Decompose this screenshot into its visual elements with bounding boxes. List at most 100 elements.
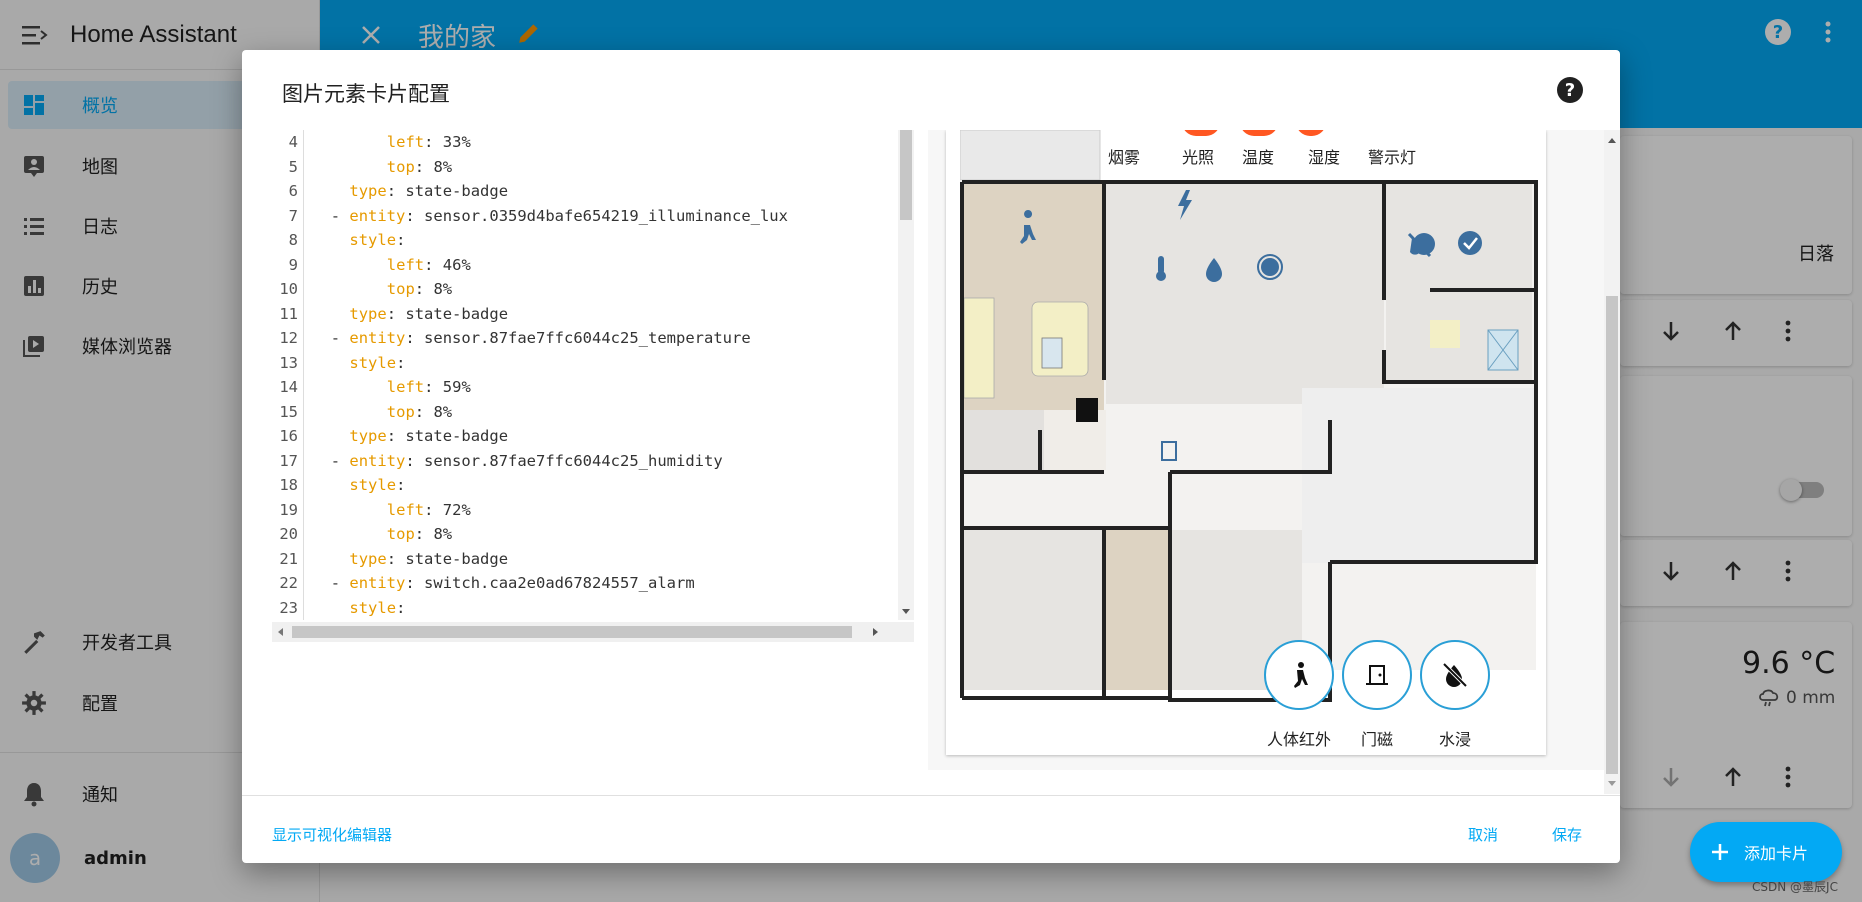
yaml-colon: :	[414, 402, 425, 421]
water-leak-label: 水浸	[1438, 730, 1471, 749]
code-line: style:	[349, 473, 405, 498]
yaml-value: state-badge	[396, 549, 509, 568]
water-leak-button[interactable]	[1420, 640, 1490, 710]
save-button[interactable]: 保存	[1552, 824, 1582, 845]
scroll-left-arrow-icon[interactable]	[276, 627, 284, 637]
yaml-value: sensor.87fae7ffc6044c25_humidity	[414, 451, 723, 470]
yaml-value: 33%	[433, 133, 471, 151]
yaml-value: sensor.0359d4bafe654219_illuminance_lux	[414, 206, 788, 225]
code-line: type: state-badge	[349, 179, 508, 204]
badge-label-light: 光照	[1182, 148, 1215, 167]
yaml-key: entity	[349, 574, 406, 592]
code-line: style:	[349, 596, 405, 621]
line-number: 14	[279, 378, 298, 396]
picture-elements-config-dialog: 图片元素卡片配置 ? 4 5 6 7 8 9 10 11 12 13 14 15 16 17 18 19 20 2…	[242, 50, 1620, 863]
card-preview: 烟雾 光照 温度 湿度 警示灯 人体红外 门磁 水浸	[928, 130, 1604, 770]
yaml-key: style	[349, 231, 397, 249]
line-number: 18	[279, 476, 298, 494]
yaml-key: left	[386, 133, 425, 151]
badge-label-temperature: 温度	[1242, 148, 1275, 167]
code-line: top: 8%	[387, 277, 452, 302]
help-circle-icon[interactable]: ?	[1556, 76, 1584, 108]
motion-sensor-button[interactable]	[1264, 640, 1334, 710]
code-line: style:	[349, 351, 405, 376]
line-number: 6	[288, 182, 298, 200]
cancel-button[interactable]: 取消	[1468, 824, 1498, 845]
yaml-list-dash: -	[330, 451, 350, 470]
dialog-footer: 显示可视化编辑器 取消 保存	[242, 795, 1620, 863]
scroll-down-arrow-icon[interactable]	[901, 608, 911, 616]
code-line: left: 46%	[387, 253, 471, 278]
yaml-colon: :	[414, 157, 425, 176]
line-number: 9	[288, 255, 298, 274]
line-number: 12	[279, 329, 298, 347]
line-number: 21	[279, 549, 298, 568]
line-number: 10	[279, 280, 298, 298]
editor-vertical-scrollbar[interactable]	[898, 130, 914, 620]
scroll-down-arrow-icon[interactable]	[1607, 780, 1617, 788]
yaml-key: style	[349, 353, 397, 372]
yaml-value: state-badge	[396, 427, 509, 445]
yaml-key: entity	[349, 206, 406, 225]
yaml-key: top	[386, 402, 415, 421]
code-line: - entity: switch.caa2e0ad67824557_alarm	[331, 571, 695, 596]
yaml-value: 8%	[424, 402, 453, 421]
yaml-key: type	[349, 182, 387, 200]
yaml-value: switch.caa2e0ad67824557_alarm	[414, 574, 695, 592]
scroll-up-arrow-icon[interactable]	[1607, 136, 1617, 144]
yaml-key: top	[386, 157, 415, 176]
yaml-value: state-badge	[396, 182, 509, 200]
yaml-value: 8%	[424, 525, 453, 543]
add-card-label: 添加卡片	[1744, 844, 1809, 863]
yaml-colon: :	[405, 574, 415, 592]
yaml-colon: :	[386, 549, 397, 568]
show-visual-editor-button[interactable]: 显示可视化编辑器	[272, 824, 392, 845]
yaml-key: top	[386, 280, 415, 298]
line-number: 15	[279, 402, 298, 421]
code-line: - entity: sensor.87fae7ffc6044c25_temper…	[331, 326, 751, 351]
line-number: 4	[288, 133, 298, 151]
scroll-right-arrow-icon[interactable]	[872, 627, 880, 637]
code-content[interactable]: left: 33% top: 8% type: state-badge - entit…	[312, 130, 872, 620]
yaml-code-editor[interactable]: 4 5 6 7 8 9 10 11 12 13 14 15 16 17 18 19 20 21 22 23 left:…	[272, 130, 914, 696]
yaml-colon: :	[396, 476, 406, 494]
line-number: 11	[279, 304, 298, 323]
watermark: CSDN @墨辰JC	[1752, 880, 1838, 894]
scroll-thumb[interactable]	[900, 130, 912, 220]
yaml-value: 72%	[433, 500, 471, 519]
yaml-key: entity	[349, 451, 406, 470]
picture-elements-card: 烟雾 光照 温度 湿度 警示灯 人体红外 门磁 水浸	[946, 130, 1546, 755]
door-icon	[1366, 665, 1388, 685]
yaml-value: 8%	[424, 157, 453, 176]
yaml-value: 59%	[433, 378, 471, 396]
code-line: left: 33%	[387, 130, 471, 155]
motion-sensor-icon	[1294, 662, 1308, 688]
yaml-key: entity	[349, 329, 406, 347]
yaml-colon: :	[405, 206, 415, 225]
yaml-key: top	[386, 525, 415, 543]
yaml-key: left	[386, 500, 425, 519]
line-number: 8	[288, 231, 298, 249]
yaml-key: left	[386, 378, 425, 396]
door-sensor-button[interactable]	[1342, 640, 1412, 710]
yaml-value: sensor.87fae7ffc6044c25_temperature	[414, 329, 751, 347]
code-line: style:	[349, 228, 405, 253]
scroll-thumb[interactable]	[292, 626, 852, 638]
yaml-colon: :	[386, 182, 397, 200]
yaml-colon: :	[414, 280, 425, 298]
line-number: 16	[279, 427, 298, 445]
yaml-key: left	[386, 255, 425, 274]
editor-horizontal-scrollbar[interactable]	[272, 622, 914, 642]
code-line: - entity: sensor.0359d4bafe654219_illumi…	[331, 204, 788, 229]
scroll-thumb[interactable]	[1606, 296, 1618, 774]
yaml-colon: :	[396, 231, 406, 249]
yaml-value: state-badge	[396, 304, 509, 323]
line-number-gutter: 4 5 6 7 8 9 10 11 12 13 14 15 16 17 18 19 20 21 22 23	[272, 130, 304, 620]
yaml-key: type	[349, 549, 387, 568]
code-line: top: 8%	[387, 155, 452, 180]
yaml-key: style	[349, 598, 397, 617]
yaml-colon: :	[396, 353, 406, 372]
code-line: top: 8%	[387, 522, 452, 547]
yaml-list-dash: -	[330, 206, 350, 225]
add-card-button[interactable]: 添加卡片	[1690, 822, 1842, 882]
